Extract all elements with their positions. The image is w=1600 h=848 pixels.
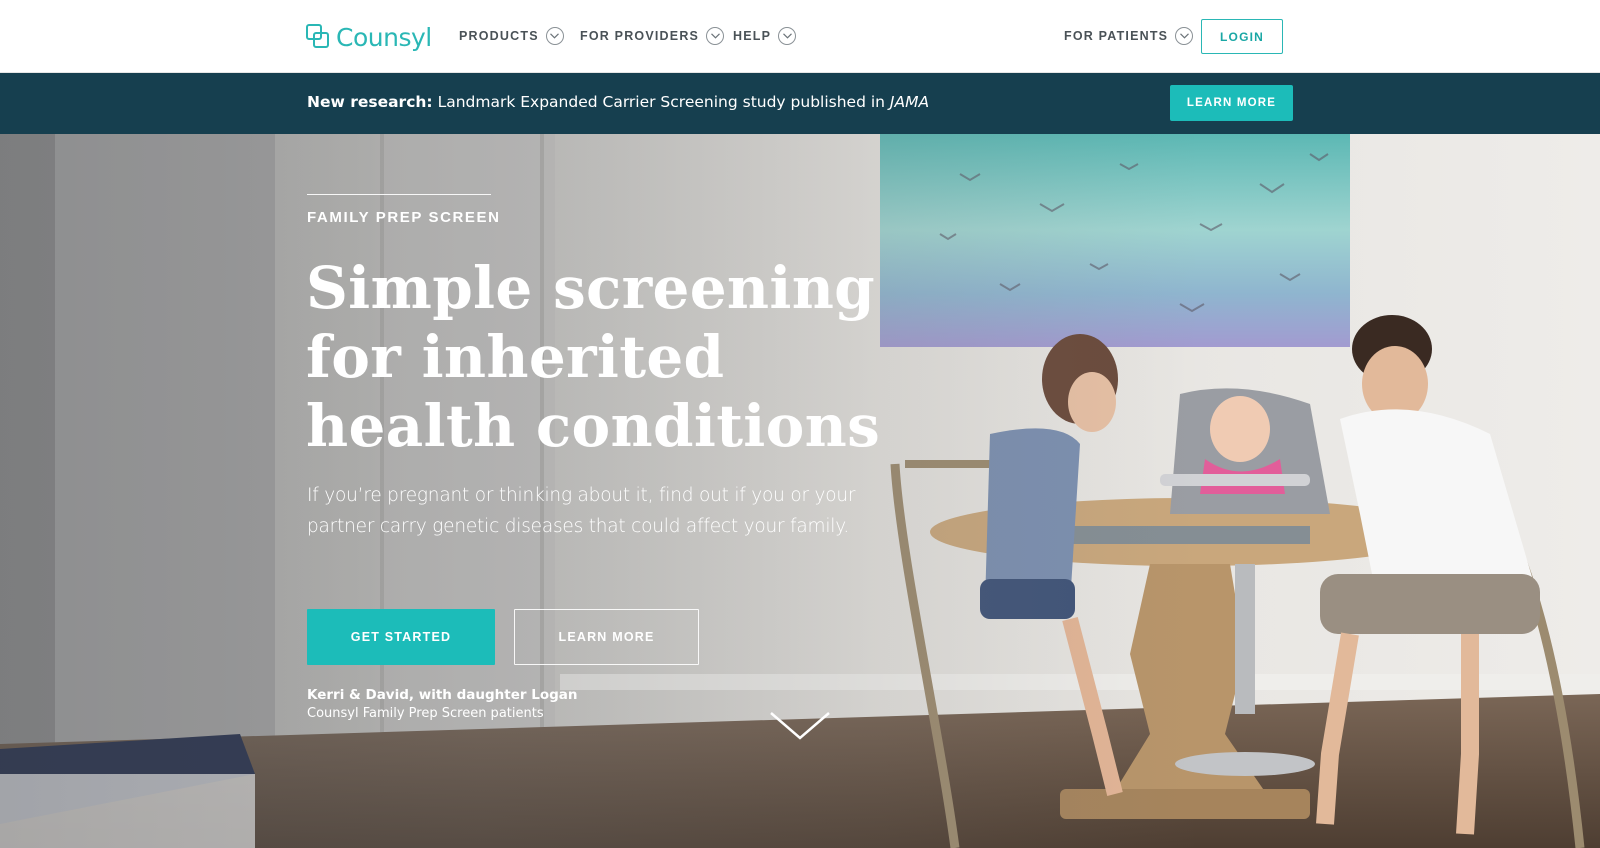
banner-message: New research: Landmark Expanded Carrier … <box>307 93 929 111</box>
banner-lead: New research: <box>307 93 433 111</box>
nav-for-patients-label: FOR PATIENTS <box>1064 29 1169 43</box>
chevron-down-icon[interactable] <box>769 711 831 741</box>
hero-subtext: If you’re pregnant or thinking about it,… <box>307 480 856 542</box>
chevron-down-icon <box>1175 27 1194 45</box>
nav-for-providers[interactable]: FOR PROVIDERS <box>580 25 725 47</box>
banner-journal: JAMA <box>889 93 930 111</box>
nav-products-label: PRODUCTS <box>459 29 539 43</box>
logo-icon <box>306 24 329 48</box>
photo-caption-subtitle: Counsyl Family Prep Screen patients <box>307 706 544 721</box>
nav-for-patients[interactable]: FOR PATIENTS <box>1064 25 1194 47</box>
headline-line: health conditions <box>306 392 881 460</box>
subtext-line: partner carry genetic diseases that coul… <box>307 516 849 537</box>
login-button[interactable]: LOGIN <box>1201 19 1283 54</box>
eyebrow-divider <box>307 194 491 195</box>
banner-text: Landmark Expanded Carrier Screening stud… <box>437 93 885 111</box>
chevron-down-icon <box>706 27 725 45</box>
hero-section: FAMILY PREP SCREEN Simple screening for … <box>0 134 1600 848</box>
banner-learn-more-button[interactable]: LEARN MORE <box>1170 85 1293 121</box>
learn-more-button[interactable]: LEARN MORE <box>514 609 699 665</box>
counsyl-logo[interactable]: Counsyl <box>306 22 432 52</box>
nav-products[interactable]: PRODUCTS <box>459 25 564 47</box>
chevron-down-icon <box>545 27 564 45</box>
headline-line: for inherited <box>306 323 725 391</box>
hero-eyebrow: FAMILY PREP SCREEN <box>307 209 501 226</box>
nav-help[interactable]: HELP <box>733 25 797 47</box>
nav-for-providers-label: FOR PROVIDERS <box>580 29 700 43</box>
logo-text: Counsyl <box>336 22 432 52</box>
chevron-down-icon <box>778 27 797 45</box>
get-started-button[interactable]: GET STARTED <box>307 609 495 665</box>
subtext-line: If you’re pregnant or thinking about it,… <box>307 485 856 506</box>
research-banner: New research: Landmark Expanded Carrier … <box>0 73 1600 134</box>
headline-line: Simple screening <box>306 254 876 322</box>
nav-help-label: HELP <box>733 29 772 43</box>
top-navigation: Counsyl PRODUCTS FOR PROVIDERS HELP FOR … <box>0 0 1600 73</box>
photo-caption-name: Kerri & David, with daughter Logan <box>307 687 578 703</box>
hero-headline: Simple screening for inherited health co… <box>306 254 881 461</box>
